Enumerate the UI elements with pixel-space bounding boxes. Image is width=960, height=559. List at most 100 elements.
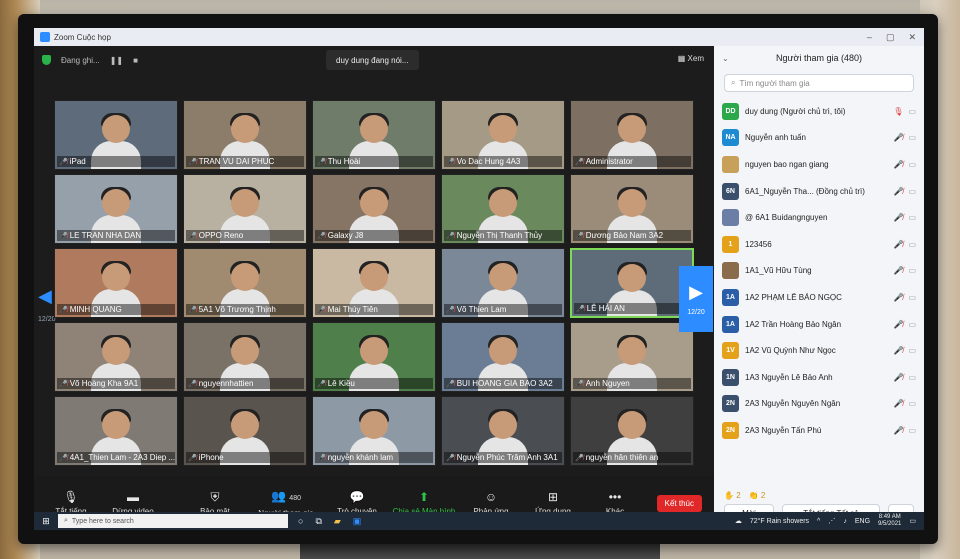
weather-text[interactable]: 72°F Rain showers <box>750 518 809 525</box>
video-tile[interactable]: 🎤̸ Mai Thúy Tiên <box>312 248 436 318</box>
tile-name: iPad <box>69 157 86 166</box>
camera-icon[interactable]: ▭ <box>908 373 916 382</box>
mic-muted-icon[interactable]: 🎤̸ <box>893 266 903 275</box>
stop-icon[interactable]: ■ <box>133 56 138 65</box>
windows-start-icon[interactable]: ⊞ <box>34 516 58 527</box>
video-tile[interactable]: 🎤̸ Võ Thien Lam <box>441 248 565 318</box>
notifications-icon[interactable]: ▭ <box>909 517 916 525</box>
mic-muted-icon[interactable]: 🎤̸ <box>893 346 903 355</box>
cortana-icon[interactable]: ○ <box>298 516 303 527</box>
participant-row[interactable]: 1A 1A2 Trần Hoàng Bảo Ngân 🎤̸ ▭ <box>722 311 916 338</box>
tray-chevron-icon[interactable]: ^ <box>817 518 820 525</box>
pause-icon[interactable]: ❚❚ <box>110 56 123 65</box>
close-icon[interactable]: ✕ <box>908 32 916 43</box>
mic-muted-icon[interactable]: 🎤̸ <box>893 426 903 435</box>
screen: Zoom Cuộc họp – ▢ ✕ Đang ghi... ❚❚ ■ duy… <box>34 28 924 530</box>
video-tile[interactable]: 🎤̸ 5A1 Võ Trương Thịnh <box>183 248 307 318</box>
participants-panel: ⌄ Người tham gia (480) ⌕ Tìm người tham … <box>714 46 924 530</box>
camera-icon[interactable]: ▭ <box>908 293 916 302</box>
participant-row[interactable]: 1V 1A2 Vũ Quỳnh Như Ngọc 🎤̸ ▭ <box>722 337 916 364</box>
monitor: Zoom Cuộc họp – ▢ ✕ Đang ghi... ❚❚ ■ duy… <box>18 14 938 544</box>
video-tile[interactable]: 🎤̸ TRAN VU DAI PHUC <box>183 100 307 170</box>
participant-row[interactable]: 6N 6A1_Nguyễn Tha... (Đồng chủ trì) 🎤̸ ▭ <box>722 178 916 205</box>
participant-row[interactable]: NA Nguyễn anh tuấn 🎤̸ ▭ <box>722 125 916 152</box>
video-tile[interactable]: 🎤̸ Lê Kiều <box>312 322 436 392</box>
participant-row[interactable]: 1 123456 🎤̸ ▭ <box>722 231 916 258</box>
video-tile[interactable]: 🎤̸ 4A1_Thien Lam - 2A3 Diep ... <box>54 396 178 466</box>
raised-hand-count: ✋ 2 <box>724 490 741 500</box>
camera-icon[interactable]: ▭ <box>908 240 916 249</box>
camera-icon[interactable]: ▭ <box>908 320 916 329</box>
next-page-button[interactable]: ▶ 12/20 <box>679 266 713 332</box>
camera-icon[interactable]: ▭ <box>908 266 916 275</box>
previous-page-icon[interactable]: ◀ <box>38 286 52 307</box>
video-tile[interactable]: 🎤̸ nguyennhattien <box>183 322 307 392</box>
maximize-icon[interactable]: ▢ <box>886 32 895 43</box>
participant-row[interactable]: @ 6A1 Buidangnguyen 🎤̸ ▭ <box>722 204 916 231</box>
participant-row[interactable]: 1A1_Vũ Hữu Tùng 🎤̸ ▭ <box>722 258 916 285</box>
file-explorer-icon[interactable]: ▰ <box>334 516 341 527</box>
video-tile[interactable]: 🎤̸ MINH QUANG <box>54 248 178 318</box>
camera-icon[interactable]: ▭ <box>908 399 916 408</box>
participant-row[interactable]: DD duy dung (Người chủ trì, tôi) 🎙 ▭ <box>722 98 916 125</box>
video-tile[interactable]: 🎤̸ OPPO Reno <box>183 174 307 244</box>
zoom-taskbar-icon[interactable]: ▣ <box>353 516 362 527</box>
camera-icon[interactable]: ▭ <box>908 160 916 169</box>
video-tile[interactable]: 🎤̸ iPhone <box>183 396 307 466</box>
camera-icon[interactable]: ▭ <box>908 107 916 116</box>
system-tray: ☁ 72°F Rain showers ^ ⋰ ♪ ENG 8:49 AM 9/… <box>735 514 924 528</box>
mic-muted-icon[interactable]: 🎤̸ <box>893 373 903 382</box>
video-tile[interactable]: 🎤̸ nguyễn khánh lam <box>312 396 436 466</box>
video-tile[interactable]: 🎤̸ BUI HOANG GIA BAO 3A2 <box>441 322 565 392</box>
participant-row[interactable]: nguyen bao ngan giang 🎤̸ ▭ <box>722 151 916 178</box>
mic-muted-icon[interactable]: 🎤̸ <box>893 133 903 142</box>
mic-muted-icon[interactable]: 🎤̸ <box>893 320 903 329</box>
video-tile[interactable]: 🎤̸ Vo Dac Hung 4A3 <box>441 100 565 170</box>
language-indicator[interactable]: ENG <box>855 518 870 525</box>
video-tile[interactable]: 🎤̸ Thu Hoài <box>312 100 436 170</box>
video-tile[interactable]: 🎤̸ Dương Bảo Nam 3A2 <box>570 174 694 244</box>
end-meeting-button[interactable]: Kết thúc <box>656 494 702 512</box>
video-tile[interactable]: 🎤̸ Galaxy J8 <box>312 174 436 244</box>
microphone-icon[interactable]: 🎙 <box>893 107 903 116</box>
volume-icon[interactable]: ♪ <box>843 518 847 525</box>
video-tile[interactable]: 🎤̸ Nguyễn Phúc Trâm Anh 3A1 <box>441 396 565 466</box>
video-tile[interactable]: 🎤̸ Anh Nguyen <box>570 322 694 392</box>
video-tile[interactable]: 🎤̸ Nguyễn Thị Thanh Thủy <box>441 174 565 244</box>
mic-muted-icon[interactable]: 🎤̸ <box>893 213 903 222</box>
participant-row[interactable]: 2N 2A3 Nguyễn Nguyên Ngân 🎤̸ ▭ <box>722 391 916 418</box>
security-shield-icon[interactable] <box>42 55 51 65</box>
participant-row[interactable]: 2N 2A3 Nguyễn Tấn Phú 🎤̸ ▭ <box>722 417 916 444</box>
participant-face <box>360 337 388 365</box>
clock[interactable]: 8:49 AM 9/5/2021 <box>878 514 901 528</box>
video-camera-icon: ▬ <box>127 490 139 504</box>
network-icon[interactable]: ⋰ <box>828 517 835 525</box>
mic-muted-icon[interactable]: 🎤̸ <box>893 240 903 249</box>
participant-name: 1A1_Vũ Hữu Tùng <box>745 266 812 276</box>
camera-icon[interactable]: ▭ <box>908 187 916 196</box>
mic-muted-icon[interactable]: 🎤̸ <box>893 293 903 302</box>
mic-muted-icon[interactable]: 🎤̸ <box>893 399 903 408</box>
task-view-icon[interactable]: ⧉ <box>315 516 321 527</box>
taskbar-search-input[interactable]: ⌕ Type here to search <box>58 514 288 528</box>
participant-row[interactable]: 1N 1A3 Nguyễn Lê Bảo Anh 🎤̸ ▭ <box>722 364 916 391</box>
participant-search-input[interactable]: ⌕ Tìm người tham gia <box>724 74 914 92</box>
video-tile[interactable]: 🎤̸ Administrator <box>570 100 694 170</box>
mic-muted-icon[interactable]: 🎤̸ <box>893 160 903 169</box>
camera-icon[interactable]: ▭ <box>908 213 916 222</box>
camera-icon[interactable]: ▭ <box>908 346 916 355</box>
mic-muted-icon[interactable]: 🎤̸ <box>893 187 903 196</box>
video-tile[interactable]: 🎤̸ Võ Hoàng Kha 9A1 <box>54 322 178 392</box>
minimize-icon[interactable]: – <box>867 32 872 43</box>
video-tile[interactable]: 🎤̸ LE TRAN NHA DAN <box>54 174 178 244</box>
avatar: 2N <box>722 421 739 439</box>
view-button[interactable]: ▦ Xem <box>678 54 704 63</box>
chevron-down-icon[interactable]: ⌄ <box>722 54 729 63</box>
video-tile[interactable]: 🎤̸ LÊ HẢI AN <box>570 248 694 318</box>
participant-row[interactable]: 1A 1A2 PHẠM LÊ BẢO NGỌC 🎤̸ ▭ <box>722 284 916 311</box>
camera-icon[interactable]: ▭ <box>908 426 916 435</box>
camera-icon[interactable]: ▭ <box>908 133 916 142</box>
video-tile[interactable]: 🎤̸ iPad <box>54 100 178 170</box>
video-tile[interactable]: 🎤̸ nguyễn hân thiên an <box>570 396 694 466</box>
tile-name-bar: 🎤̸ LÊ HẢI AN <box>574 303 690 314</box>
